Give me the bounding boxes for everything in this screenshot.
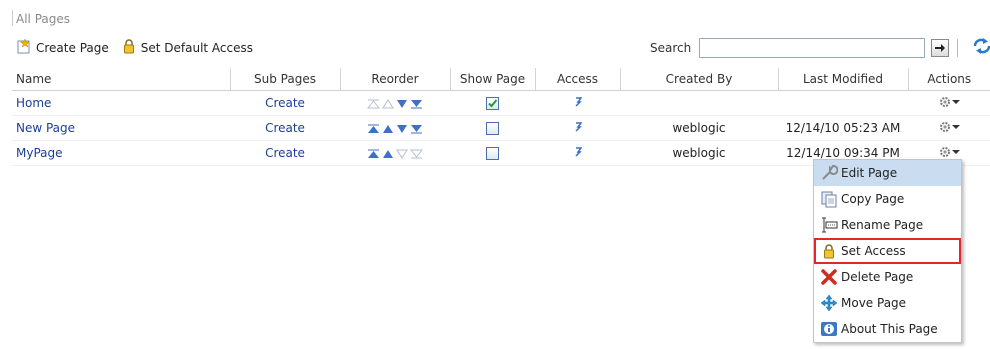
move-down-icon — [396, 149, 408, 159]
created-by — [620, 90, 778, 116]
show-page-checkbox[interactable] — [486, 122, 499, 135]
create-subpage-link[interactable]: Create — [265, 121, 305, 135]
created-by: weblogic — [620, 140, 778, 166]
set-default-access-button[interactable]: Set Default Access — [121, 38, 253, 57]
menu-item-move-page[interactable]: Move Page — [814, 290, 961, 316]
page-name-link[interactable]: New Page — [16, 121, 75, 135]
toolbar: Create Page Set Default Access — [16, 38, 265, 57]
refresh-icon — [974, 38, 990, 54]
column-header-access[interactable]: Access — [535, 68, 621, 91]
gear-icon — [940, 96, 950, 107]
table-row: New Page Create weblogic 12/14/10 05:23 … — [12, 115, 990, 141]
actions-context-menu: Edit Page Copy Page Rename Page Set Acce… — [813, 159, 962, 343]
set-default-access-label: Set Default Access — [140, 40, 254, 55]
table-row: Home Create — [12, 90, 990, 116]
move-up-icon[interactable] — [382, 149, 394, 159]
delete-icon — [821, 269, 837, 285]
created-by: weblogic — [620, 115, 778, 141]
last-modified: 12/14/10 05:23 AM — [778, 115, 908, 141]
menu-item-edit-page[interactable]: Edit Page — [814, 160, 961, 186]
move-top-icon — [366, 99, 381, 108]
column-header-sub-pages[interactable]: Sub Pages — [230, 68, 341, 91]
lock-icon — [824, 244, 834, 259]
menu-item-rename-page[interactable]: Rename Page — [814, 212, 961, 238]
reorder-controls — [340, 115, 450, 141]
create-page-icon — [16, 38, 32, 57]
actions-menu-button[interactable] — [938, 95, 960, 109]
column-header-name[interactable]: Name — [12, 68, 231, 91]
access-icon[interactable] — [574, 97, 582, 110]
move-bottom-icon[interactable] — [410, 99, 423, 109]
search-label: Search — [650, 40, 692, 55]
move-top-icon[interactable] — [367, 149, 380, 159]
actions-menu-button[interactable] — [938, 120, 960, 134]
menu-item-set-access[interactable]: Set Access — [814, 238, 961, 264]
menu-item-about-page[interactable]: About This Page — [814, 316, 961, 342]
gear-icon — [940, 121, 950, 132]
move-top-icon[interactable] — [367, 124, 380, 134]
move-down-icon[interactable] — [396, 124, 408, 134]
refresh-button[interactable] — [972, 37, 990, 58]
arrow-right-icon — [935, 43, 946, 52]
chevron-down-icon — [952, 99, 960, 104]
move-up-icon — [382, 98, 394, 108]
divider — [957, 38, 959, 57]
go-button[interactable] — [931, 38, 950, 57]
reorder-controls — [340, 140, 450, 166]
page-name-link[interactable]: Home — [16, 96, 51, 110]
column-header-created-by[interactable]: Created By — [620, 68, 779, 91]
info-icon — [821, 322, 837, 336]
reorder-controls — [340, 90, 450, 116]
move-bottom-icon[interactable] — [410, 124, 423, 134]
show-page-checkbox[interactable] — [486, 97, 499, 110]
show-page-checkbox[interactable] — [486, 147, 499, 160]
access-icon[interactable] — [574, 147, 582, 160]
last-modified — [778, 90, 908, 116]
table-header-row: Name Sub Pages Reorder Show Page Access … — [12, 68, 990, 91]
access-icon[interactable] — [574, 122, 582, 135]
create-subpage-link[interactable]: Create — [265, 96, 305, 110]
create-subpage-link[interactable]: Create — [265, 146, 305, 160]
column-header-last-modified[interactable]: Last Modified — [778, 68, 909, 91]
column-header-actions[interactable]: Actions — [908, 68, 990, 91]
divider — [12, 10, 13, 26]
column-header-show-page[interactable]: Show Page — [450, 68, 536, 91]
move-icon — [820, 294, 838, 312]
create-page-button[interactable]: Create Page — [16, 38, 109, 57]
move-bottom-icon — [409, 149, 424, 158]
move-up-icon[interactable] — [382, 124, 394, 134]
wrench-icon — [822, 165, 838, 180]
create-page-label: Create Page — [36, 40, 109, 55]
breadcrumb: All Pages — [16, 12, 70, 26]
chevron-down-icon — [952, 124, 960, 129]
lock-icon — [121, 38, 137, 57]
search-bar: Search — [650, 37, 990, 58]
move-down-icon[interactable] — [396, 99, 408, 109]
gear-icon — [940, 146, 950, 157]
copy-icon — [821, 191, 837, 208]
pages-table: Name Sub Pages Reorder Show Page Access … — [12, 68, 990, 166]
search-input[interactable] — [699, 37, 926, 58]
chevron-down-icon — [952, 149, 960, 154]
rename-icon — [822, 217, 838, 233]
column-header-reorder[interactable]: Reorder — [340, 68, 451, 91]
page-name-link[interactable]: MyPage — [16, 146, 63, 160]
actions-menu-button[interactable] — [938, 145, 960, 159]
menu-item-delete-page[interactable]: Delete Page — [814, 264, 961, 290]
menu-item-copy-page[interactable]: Copy Page — [814, 186, 961, 212]
